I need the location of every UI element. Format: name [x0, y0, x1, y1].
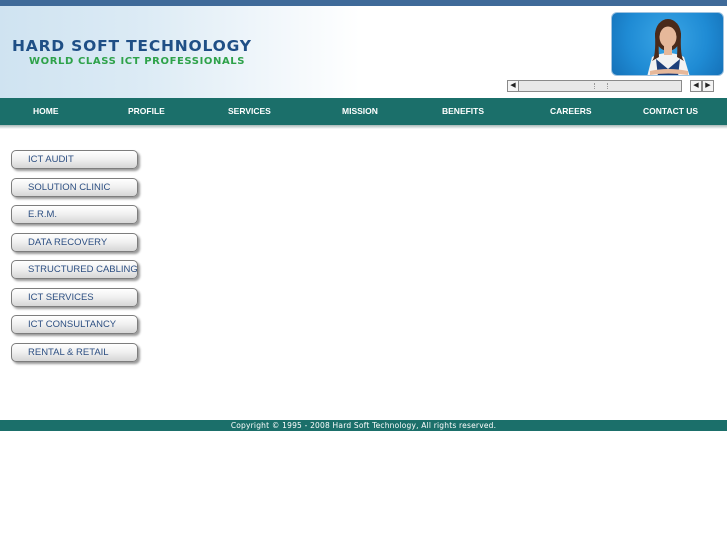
nav-home[interactable]: HOME	[33, 98, 59, 125]
sidebar-item-data-recovery[interactable]: DATA RECOVERY	[11, 233, 138, 252]
nav-benefits[interactable]: BENEFITS	[442, 98, 484, 125]
slider-thumb[interactable]	[594, 83, 608, 89]
sidebar-item-rental-retail[interactable]: RENTAL & RETAIL	[11, 343, 138, 362]
brand-title: HARD SOFT TECHNOLOGY	[12, 37, 252, 55]
footer-copyright: Copyright © 1995 - 2008 Hard Soft Techno…	[0, 420, 727, 431]
logo-banner: HARD SOFT TECHNOLOGY WORLD CLASS ICT PRO…	[0, 6, 360, 98]
previous-arrow-icon[interactable]: ◀	[690, 80, 702, 92]
sidebar-item-erm[interactable]: E.R.M.	[11, 205, 138, 224]
sidebar-item-solution-clinic[interactable]: SOLUTION CLINIC	[11, 178, 138, 197]
next-arrow-icon[interactable]: ▶	[702, 80, 714, 92]
header-photo	[611, 12, 724, 76]
main-navigation: HOME PROFILE SERVICES MISSION BENEFITS C…	[0, 98, 727, 125]
nav-contact-us[interactable]: CONTACT US	[643, 98, 698, 125]
nav-shadow	[0, 125, 727, 129]
nav-services[interactable]: SERVICES	[228, 98, 271, 125]
sidebar-item-ict-services[interactable]: ICT SERVICES	[11, 288, 138, 307]
nav-mission[interactable]: MISSION	[342, 98, 378, 125]
nav-profile[interactable]: PROFILE	[128, 98, 165, 125]
nav-careers[interactable]: CAREERS	[550, 98, 592, 125]
woman-portrait-image	[647, 19, 690, 75]
slideshow-controls: ◀ ▶	[690, 80, 714, 92]
brand-tagline: WORLD CLASS ICT PROFESSIONALS	[29, 56, 246, 67]
sidebar-item-structured-cabling[interactable]: STRUCTURED CABLING	[11, 260, 138, 279]
sidebar-item-ict-consultancy[interactable]: ICT CONSULTANCY	[11, 315, 138, 334]
sidebar-item-ict-audit[interactable]: ICT AUDIT	[11, 150, 138, 169]
site-header: HARD SOFT TECHNOLOGY WORLD CLASS ICT PRO…	[0, 6, 727, 98]
image-slider-bar[interactable]: ◀	[507, 80, 682, 92]
slider-left-icon[interactable]: ◀	[508, 81, 519, 91]
